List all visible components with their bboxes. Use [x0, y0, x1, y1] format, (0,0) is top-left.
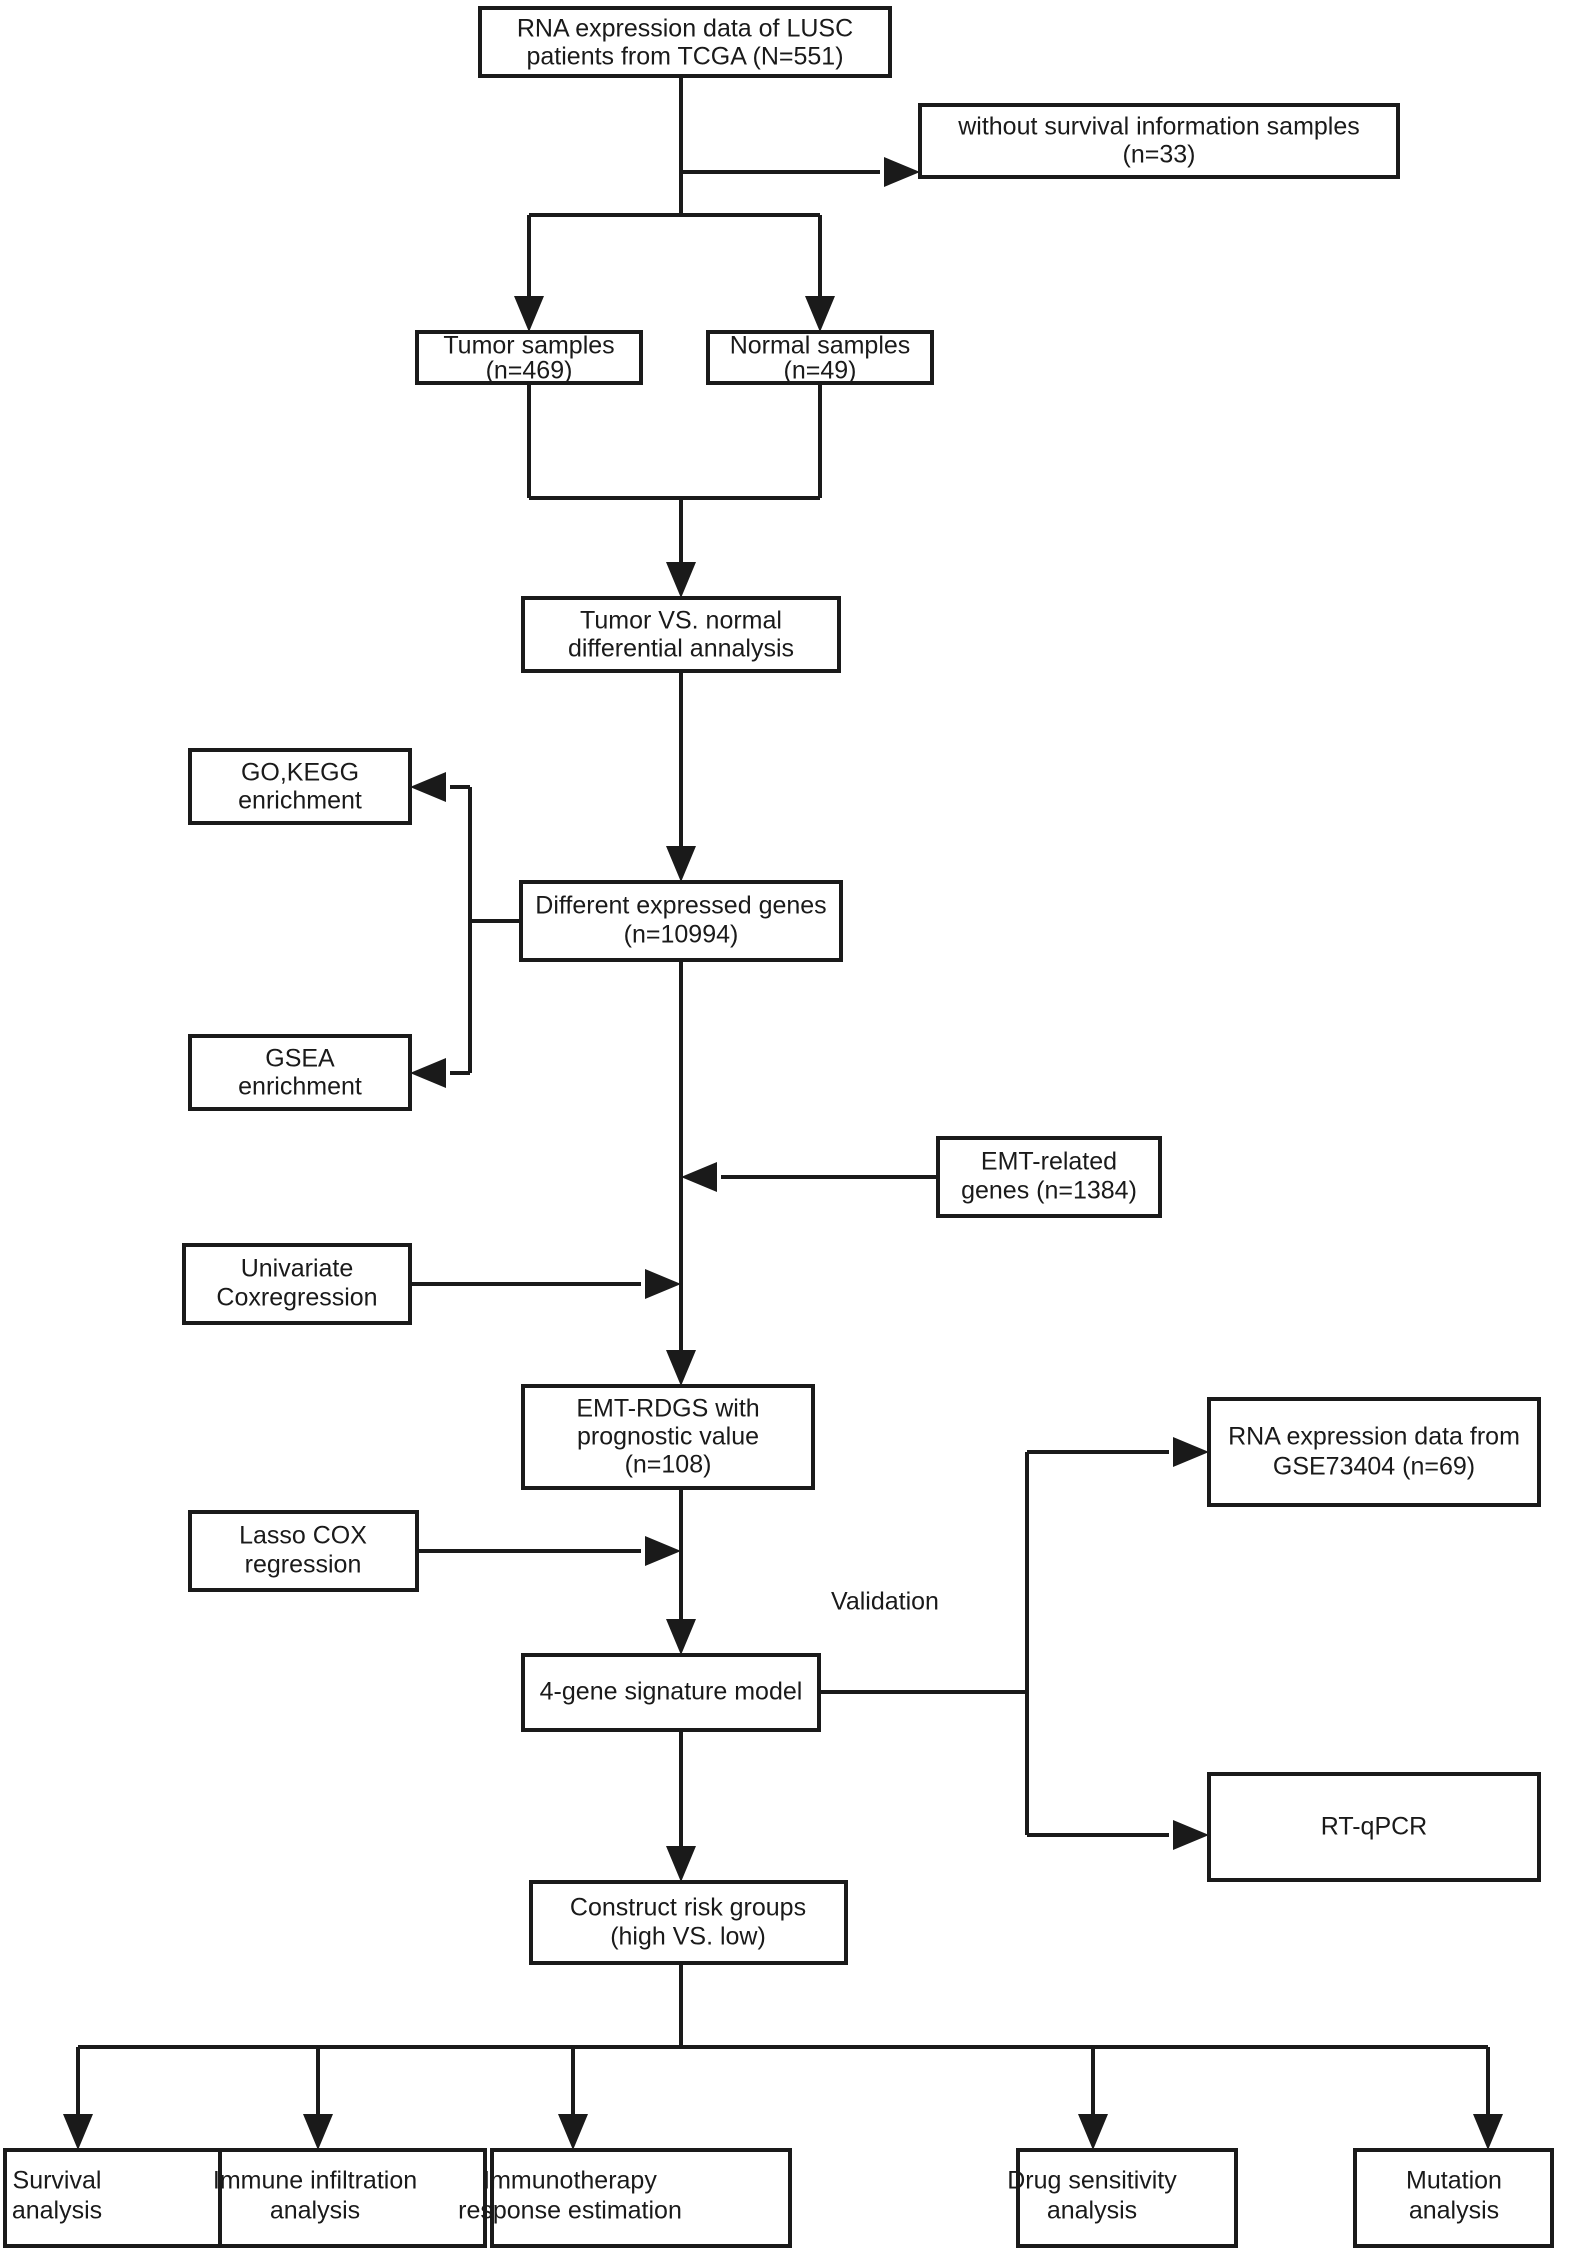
- node-immunotherapy[interactable]: Immunotherapy response estimation: [458, 2148, 792, 2248]
- node-deg[interactable]: Different expressed genes (n=10994): [519, 880, 843, 962]
- node-normal-line1: Normal samples: [730, 332, 911, 360]
- node-survival-line2: analysis: [12, 2197, 102, 2225]
- arrowhead-to-riskgroups: [666, 1846, 696, 1882]
- node-excluded-line2: (n=33): [1123, 141, 1196, 169]
- node-mutation-analysis[interactable]: Mutation analysis: [1353, 2148, 1554, 2248]
- node-deg-line1: Different expressed genes: [535, 892, 826, 920]
- node-mutation-line1: Mutation: [1406, 2167, 1502, 2195]
- node-emt-genes-line1: EMT-related: [981, 1148, 1117, 1176]
- node-go-kegg-line1: GO,KEGG: [241, 759, 359, 787]
- node-immune-line2: analysis: [270, 2197, 360, 2225]
- node-rt-qpcr[interactable]: RT-qPCR: [1207, 1772, 1541, 1882]
- node-gsea-line1: GSEA: [265, 1045, 335, 1073]
- node-source-line1: RNA expression data of LUSC: [517, 15, 853, 43]
- node-survival-line1: Survival: [13, 2167, 102, 2195]
- arrowhead-to-gokegg: [410, 772, 446, 802]
- arrowhead-to-immune: [303, 2114, 333, 2150]
- node-immune-infiltration[interactable]: Immune infiltration analysis: [213, 2148, 487, 2248]
- arrowhead-lasso-into-trunk: [645, 1536, 681, 1566]
- node-excluded[interactable]: without survival information samples (n=…: [918, 103, 1400, 179]
- arrowhead-to-tumor: [514, 296, 544, 332]
- node-gsea[interactable]: GSEA enrichment: [188, 1034, 412, 1111]
- node-immune-line1: Immune infiltration: [213, 2167, 417, 2195]
- node-emt-genes-line2: genes (n=1384): [961, 1177, 1137, 1205]
- node-source-line2: patients from TCGA (N=551): [526, 43, 843, 71]
- node-signature-model-line1: 4-gene signature model: [540, 1678, 803, 1706]
- node-emt-rdgs-line1: EMT-RDGS with: [576, 1395, 759, 1423]
- node-emt-genes[interactable]: EMT-related genes (n=1384): [936, 1136, 1162, 1218]
- node-immunotherapy-line2: response estimation: [458, 2197, 682, 2225]
- arrowhead-univariate-into-trunk: [645, 1269, 681, 1299]
- arrowhead-emt-into-trunk: [681, 1162, 717, 1192]
- node-excluded-line1: without survival information samples: [957, 113, 1360, 141]
- node-normal-samples[interactable]: Normal samples (n=49): [706, 330, 934, 385]
- node-tumor-line1: Tumor samples: [443, 332, 614, 360]
- arrowhead-to-immunotherapy: [558, 2114, 588, 2150]
- arrowhead-to-signature: [666, 1619, 696, 1655]
- node-univariate-cox-line1: Univariate: [241, 1255, 354, 1283]
- node-diff-line1: Tumor VS. normal: [580, 607, 782, 635]
- flowchart-canvas: RNA expression data of LUSC patients fro…: [0, 0, 1574, 2250]
- arrowhead-to-normal: [805, 296, 835, 332]
- arrowhead-to-emtrdgs: [666, 1350, 696, 1386]
- node-go-kegg-line2: enrichment: [238, 787, 362, 815]
- arrowhead-to-gse: [1173, 1437, 1209, 1467]
- node-lasso-cox-line1: Lasso COX: [239, 1522, 367, 1550]
- node-deg-line2: (n=10994): [624, 921, 739, 949]
- node-drug-line2: analysis: [1047, 2197, 1137, 2225]
- node-univariate-cox-line2: Coxregression: [216, 1284, 377, 1312]
- node-tumor-samples[interactable]: Tumor samples (n=469): [415, 330, 643, 385]
- node-gse-data-line2: GSE73404 (n=69): [1273, 1453, 1475, 1481]
- node-diff-analysis[interactable]: Tumor VS. normal differential annalysis: [521, 596, 841, 673]
- edge-label-validation: Validation: [831, 1588, 939, 1616]
- arrowhead-to-mutation: [1473, 2114, 1503, 2150]
- node-drug-sensitivity[interactable]: Drug sensitivity analysis: [1007, 2148, 1238, 2248]
- node-emt-rdgs-line3: (n=108): [625, 1451, 712, 1479]
- node-source[interactable]: RNA expression data of LUSC patients fro…: [478, 6, 892, 78]
- arrowhead-to-survival: [63, 2114, 93, 2150]
- node-gse-data[interactable]: RNA expression data from GSE73404 (n=69): [1207, 1397, 1541, 1507]
- node-risk-groups-line2: (high VS. low): [610, 1923, 766, 1951]
- node-risk-groups-line1: Construct risk groups: [570, 1894, 806, 1922]
- node-diff-line2: differential annalysis: [568, 635, 794, 663]
- node-drug-line1: Drug sensitivity: [1007, 2167, 1177, 2195]
- arrowhead-to-gsea: [410, 1058, 446, 1088]
- node-gsea-line2: enrichment: [238, 1073, 362, 1101]
- arrowhead-to-excluded: [884, 157, 920, 187]
- node-lasso-cox[interactable]: Lasso COX regression: [188, 1510, 419, 1592]
- node-immunotherapy-line1: Immunotherapy: [483, 2167, 657, 2195]
- node-go-kegg[interactable]: GO,KEGG enrichment: [188, 748, 412, 825]
- node-rt-qpcr-line1: RT-qPCR: [1321, 1813, 1428, 1841]
- node-gse-data-line1: RNA expression data from: [1228, 1423, 1520, 1451]
- node-survival-analysis[interactable]: Survival analysis: [3, 2148, 225, 2248]
- arrowhead-to-diff: [666, 562, 696, 598]
- arrowhead-to-drug: [1078, 2114, 1108, 2150]
- arrowhead-to-deg: [666, 846, 696, 882]
- node-emt-rdgs[interactable]: EMT-RDGS with prognostic value (n=108): [521, 1384, 815, 1490]
- node-emt-rdgs-line2: prognostic value: [577, 1423, 759, 1451]
- arrowhead-to-rtqpcr: [1173, 1820, 1209, 1850]
- node-univariate-cox[interactable]: Univariate Coxregression: [182, 1243, 412, 1325]
- node-mutation-line2: analysis: [1409, 2197, 1499, 2225]
- node-signature-model[interactable]: 4-gene signature model: [521, 1653, 821, 1732]
- node-risk-groups[interactable]: Construct risk groups (high VS. low): [529, 1880, 848, 1965]
- node-lasso-cox-line2: regression: [245, 1551, 362, 1579]
- flowchart-svg: RNA expression data of LUSC patients fro…: [3, 6, 1554, 2248]
- node-normal-line2: (n=49): [784, 357, 857, 385]
- node-tumor-line2: (n=469): [486, 357, 573, 385]
